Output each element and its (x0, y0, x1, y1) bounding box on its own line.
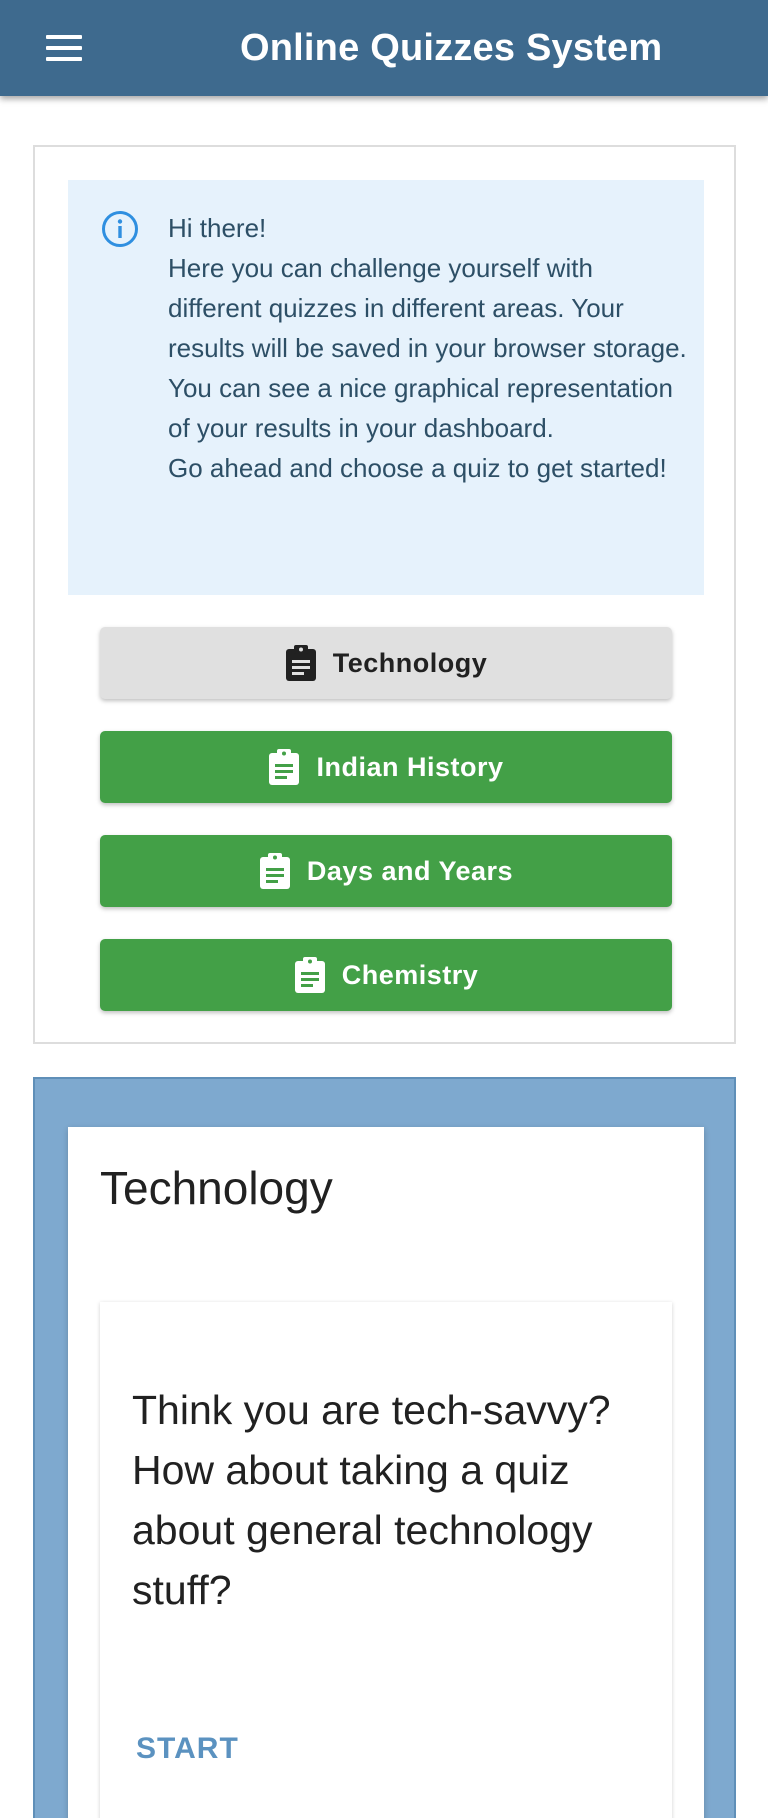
info-call-to-action: Go ahead and choose a quiz to get starte… (168, 453, 667, 483)
info-message: Hi there! Here you can challenge yoursel… (168, 208, 688, 488)
quiz-description-card: Think you are tech-savvy? How about taki… (100, 1302, 672, 1818)
quiz-title: Technology (100, 1162, 333, 1214)
app-bar: Online Quizzes System (0, 0, 768, 96)
quiz-description: Think you are tech-savvy? How about taki… (132, 1387, 611, 1613)
quiz-button-label: Indian History (316, 751, 504, 782)
quiz-button-label: Technology (332, 647, 488, 678)
hamburger-menu-icon[interactable] (34, 28, 94, 68)
info-greeting: Hi there! (168, 213, 267, 243)
quiz-detail-card: Technology Think you are tech-savvy? How… (68, 1127, 704, 1818)
quiz-button-technology[interactable]: Technology (100, 627, 672, 699)
info-alert: Hi there! Here you can challenge yoursel… (68, 180, 704, 595)
start-quiz-button[interactable]: START (122, 1722, 253, 1776)
info-icon (102, 211, 138, 247)
quiz-button-label: Days and Years (306, 855, 514, 886)
quiz-button-indian-history[interactable]: Indian History (100, 731, 672, 803)
quiz-button-chemistry[interactable]: Chemistry (100, 939, 672, 1011)
clipboard-list-icon (269, 749, 300, 785)
quiz-detail-panel: Technology Think you are tech-savvy? How… (33, 1077, 736, 1818)
app-title: Online Quizzes System (240, 27, 663, 69)
info-description: Here you can challenge yourself with dif… (168, 253, 687, 443)
clipboard-list-icon (285, 645, 316, 681)
quiz-selection-card: Hi there! Here you can challenge yoursel… (33, 145, 736, 1044)
clipboard-list-icon (259, 853, 290, 889)
clipboard-list-icon (294, 957, 325, 993)
quiz-button-days-and-years[interactable]: Days and Years (100, 835, 672, 907)
quiz-button-label: Chemistry (341, 959, 479, 990)
